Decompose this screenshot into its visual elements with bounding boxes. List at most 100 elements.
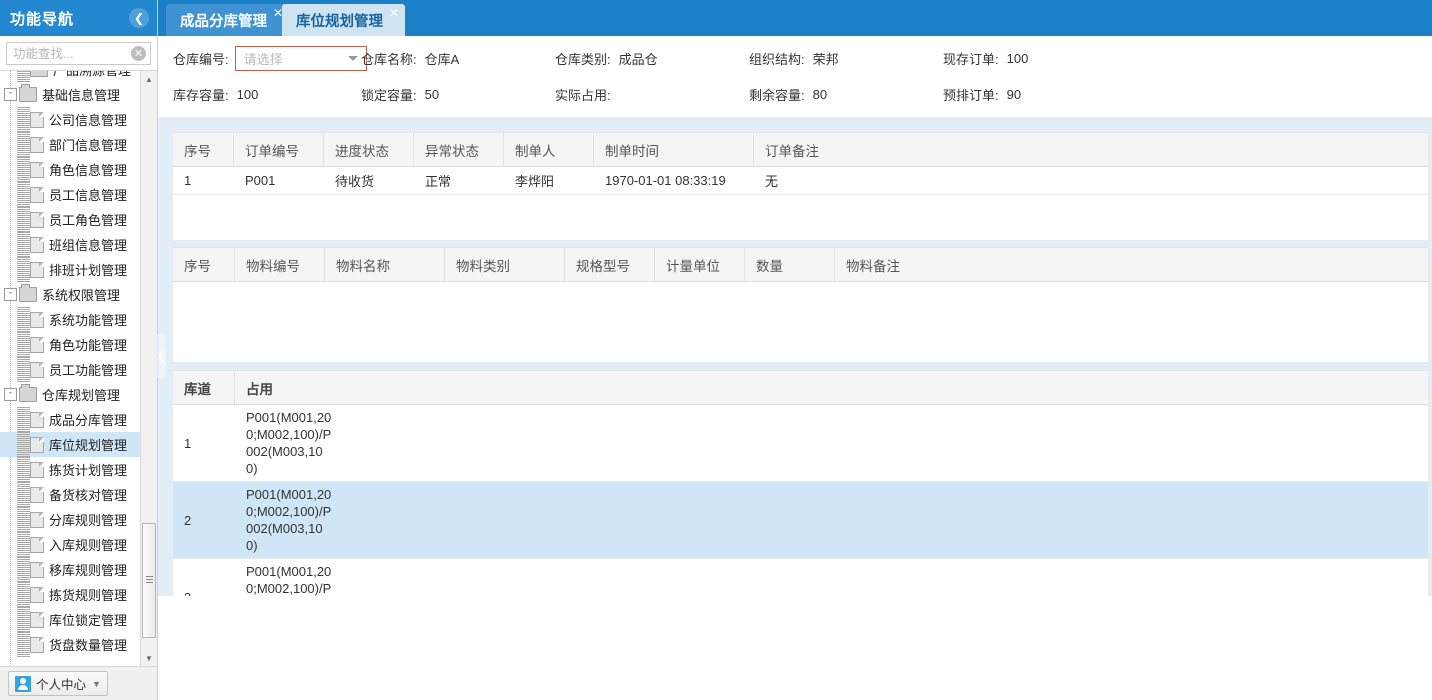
tree-item-7[interactable]: 班组信息管理 (0, 232, 140, 257)
table-cell: 1 (184, 435, 192, 451)
tree-item-17[interactable]: 备货核对管理 (0, 482, 140, 507)
tree-item-3[interactable]: 部门信息管理 (0, 132, 140, 157)
tree-item-21[interactable]: 拣货规则管理 (0, 582, 140, 607)
chevron-left-icon[interactable]: ❮ (129, 8, 149, 28)
tree-expander-icon[interactable]: - (4, 88, 17, 101)
tab-bar: 成品分库管理 ✕ 库位规划管理 ✕ (158, 0, 1432, 37)
tree-expander-icon[interactable]: - (4, 388, 17, 401)
tree-item-label: 部门信息管理 (49, 138, 128, 153)
tree-item-16[interactable]: 拣货计划管理 (0, 457, 140, 482)
column-header[interactable]: 物料编号 (235, 248, 325, 281)
tree-item-5[interactable]: 员工信息管理 (0, 182, 140, 207)
tree-connector-icon (17, 607, 30, 632)
tree-item-14[interactable]: 成品分库管理 (0, 407, 140, 432)
scrollbar-thumb[interactable] (142, 523, 156, 638)
table-row[interactable]: 2 P001(M001,200;M002,100)/P002(M003,100) (173, 482, 1428, 559)
folder-icon (19, 284, 37, 302)
column-header[interactable]: 序号 (173, 248, 235, 281)
table-cell: 1970-01-01 08:33:19 (605, 173, 726, 188)
table-row[interactable]: 1 P001(M001,200;M002,100)/P002(M003,100) (173, 405, 1428, 482)
clear-circle-icon[interactable]: ✕ (131, 46, 146, 61)
table-cell: 李烨阳 (515, 174, 555, 189)
order-grid[interactable]: 序号 订单编号 进度状态 异常状态 制单人 制单时间 订单备注 1 P001 待收货 正常 李烨阳 19… (173, 132, 1428, 240)
tree-item-0[interactable]: 产品溯源管理 (0, 71, 140, 82)
tree-connector-icon (17, 107, 30, 132)
triangle-up-icon[interactable]: ▲ (141, 71, 157, 88)
tree-item-label: 仓库规划管理 (42, 388, 121, 403)
warehouse-no-select[interactable]: 请选择 (234, 45, 367, 71)
column-header[interactable]: 进度状态 (324, 133, 414, 166)
tree-item-23[interactable]: 货盘数量管理 (0, 632, 140, 657)
column-header[interactable]: 规格型号 (565, 248, 655, 281)
column-header[interactable]: 数量 (745, 248, 835, 281)
tree-item-1[interactable]: - 基础信息管理 (0, 82, 140, 107)
column-header[interactable]: 订单备注 (754, 133, 1428, 166)
tab-chengpin-fenku[interactable]: 成品分库管理 ✕ (166, 4, 289, 36)
column-header[interactable]: 物料类别 (445, 248, 565, 281)
tree-item-label: 货盘数量管理 (49, 638, 128, 653)
tree-item-label: 排班计划管理 (49, 263, 128, 278)
field-warehouse-no: 仓库编号: 请选择 (173, 42, 367, 74)
tree-item-13[interactable]: - 仓库规划管理 (0, 382, 140, 407)
tree-connector-icon (17, 457, 30, 482)
tree-item-label: 拣货计划管理 (49, 463, 128, 478)
document-icon (30, 186, 44, 203)
field-label: 预排订单: (943, 87, 999, 103)
tree-item-11[interactable]: 角色功能管理 (0, 332, 140, 357)
search-input[interactable] (7, 43, 150, 64)
tree-item-8[interactable]: 排班计划管理 (0, 257, 140, 282)
field-value: 仓库A (424, 51, 460, 67)
tree-item-4[interactable]: 角色信息管理 (0, 157, 140, 182)
tree-item-6[interactable]: 员工角色管理 (0, 207, 140, 232)
document-icon (30, 336, 44, 353)
column-header[interactable]: 物料名称 (325, 248, 445, 281)
tree-item-label: 员工功能管理 (49, 363, 128, 378)
column-header[interactable]: 库道 (173, 371, 235, 404)
tree-item-12[interactable]: 员工功能管理 (0, 357, 140, 382)
document-icon (30, 636, 44, 653)
tree-item-label: 产品溯源管理 (53, 71, 131, 79)
tree-scrollbar[interactable]: ▲ ▼ (140, 71, 157, 666)
tab-label: 库位规划管理 (296, 13, 383, 30)
sidebar-search-area: ✕ (0, 36, 157, 71)
tree-item-label: 系统功能管理 (49, 313, 128, 328)
lane-grid[interactable]: 库道 占用 1 P001(M001,200;M002,100)/P002(M003,1… (173, 370, 1428, 636)
field-org-structure: 组织结构: 荣邦 (749, 42, 839, 74)
column-header[interactable]: 序号 (173, 133, 234, 166)
chevron-down-icon (347, 55, 358, 61)
column-header[interactable]: 占用 (235, 371, 1428, 404)
tree-expander-icon[interactable]: - (4, 288, 17, 301)
column-header[interactable]: 物料备注 (835, 248, 1428, 281)
close-icon[interactable]: ✕ (389, 6, 399, 20)
document-icon (30, 436, 44, 453)
tree-item-15[interactable]: 库位规划管理 (0, 432, 140, 457)
triangle-down-icon[interactable]: ▼ (141, 650, 157, 666)
table-row[interactable]: 1 P001 待收货 正常 李烨阳 1970-01-01 08:33:19 无 (173, 167, 1428, 195)
document-icon (30, 111, 44, 128)
document-icon (30, 486, 44, 503)
field-label: 现存订单: (943, 51, 999, 67)
column-header[interactable]: 订单编号 (234, 133, 324, 166)
sidebar-resize-handle[interactable]: ❮ (157, 334, 166, 378)
tree-item-19[interactable]: 入库规则管理 (0, 532, 140, 557)
field-locked-capacity: 锁定容量: 50 (361, 78, 439, 110)
tree-item-10[interactable]: 系统功能管理 (0, 307, 140, 332)
column-header[interactable]: 制单人 (504, 133, 594, 166)
tree-item-9[interactable]: - 系统权限管理 (0, 282, 140, 307)
tree-item-22[interactable]: 库位锁定管理 (0, 607, 140, 632)
tab-kuwei-guihua[interactable]: 库位规划管理 ✕ (282, 4, 405, 36)
document-icon (30, 211, 44, 228)
tree-connector-icon (17, 257, 30, 282)
tree-item-2[interactable]: 公司信息管理 (0, 107, 140, 132)
material-grid[interactable]: 序号 物料编号 物料名称 物料类别 规格型号 计量单位 数量 物料备注 (173, 247, 1428, 362)
document-icon (30, 361, 44, 378)
column-header[interactable]: 计量单位 (655, 248, 745, 281)
column-header[interactable]: 制单时间 (594, 133, 754, 166)
tree-item-label: 系统权限管理 (42, 288, 121, 303)
tree-item-18[interactable]: 分库规则管理 (0, 507, 140, 532)
search-box[interactable]: ✕ (6, 42, 151, 65)
tree-item-20[interactable]: 移库规则管理 (0, 557, 140, 582)
field-current-orders: 现存订单: 100 (943, 42, 1028, 74)
user-center-button[interactable]: 个人中心 ▼ (8, 671, 108, 696)
column-header[interactable]: 异常状态 (414, 133, 504, 166)
